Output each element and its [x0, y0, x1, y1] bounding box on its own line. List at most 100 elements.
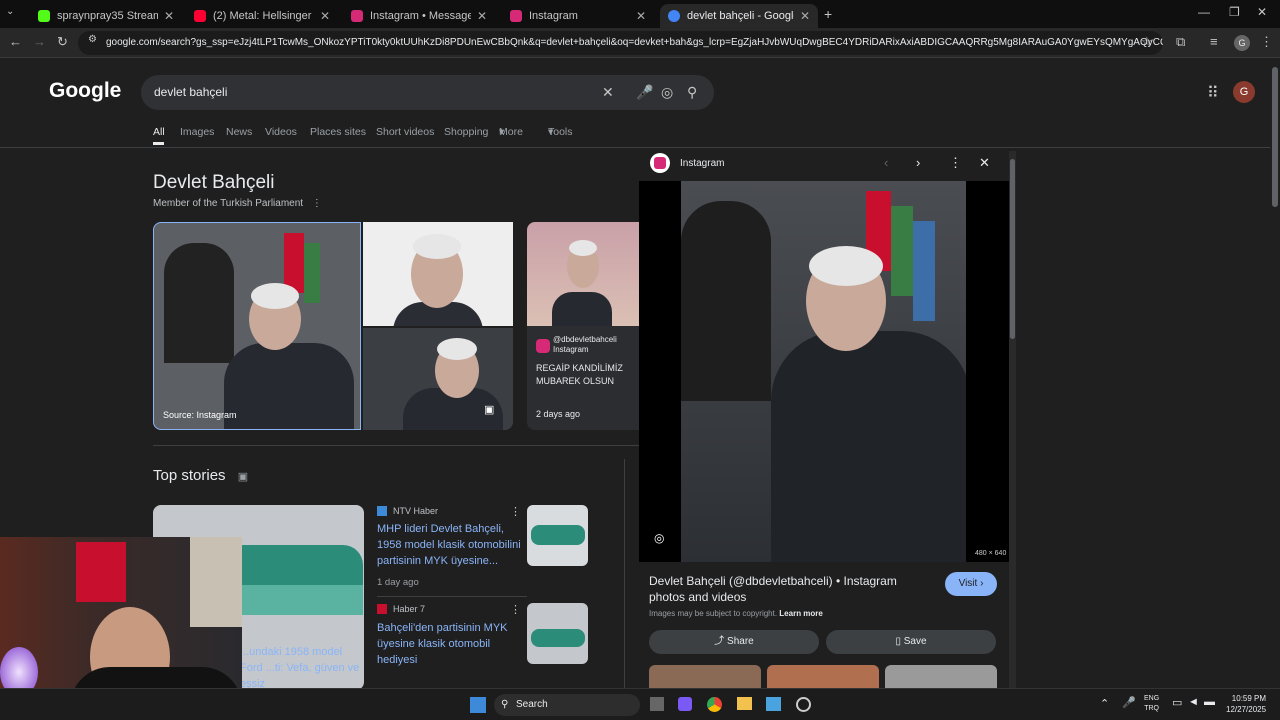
visit-button[interactable]: Visit › — [945, 572, 997, 596]
bookmark-star-icon[interactable]: ☆ — [1141, 34, 1153, 50]
tab-images[interactable]: Images — [180, 126, 214, 138]
menu-icon[interactable]: ⋮ — [1260, 34, 1273, 50]
page-scrollbar[interactable] — [1270, 59, 1280, 688]
account-avatar[interactable]: G — [1233, 81, 1255, 103]
restore-icon[interactable]: ❐ — [1229, 5, 1240, 19]
divider — [153, 445, 639, 446]
next-icon[interactable]: › — [916, 155, 920, 170]
app-icon[interactable] — [796, 697, 811, 712]
back-icon[interactable]: ← — [9, 34, 22, 49]
gallery-icon[interactable]: ▣ — [484, 403, 494, 416]
panel-site-name[interactable]: Instagram — [680, 158, 724, 169]
forward-icon[interactable]: → — [33, 34, 46, 49]
haber7-logo-icon — [377, 604, 387, 614]
new-tab-icon[interactable]: + — [824, 6, 832, 22]
panel-caption[interactable]: Devlet Bahçeli (@dbdevletbahceli) • Inst… — [649, 573, 919, 605]
related-image[interactable] — [767, 665, 879, 688]
minimize-icon[interactable]: — — [1198, 5, 1210, 19]
more-options-icon[interactable]: ⋮ — [510, 505, 521, 518]
close-tab-icon[interactable]: ✕ — [800, 9, 810, 23]
battery-icon[interactable]: ▬ — [1204, 696, 1215, 708]
tab-instagram[interactable]: Instagram ✕ — [502, 4, 654, 28]
more-options-icon[interactable]: ⋮ — [949, 155, 962, 171]
story-thumb-2[interactable] — [527, 603, 588, 664]
instagram-post-card[interactable]: @dbdevletbahceli Instagram REGAİP KANDİL… — [527, 222, 639, 430]
close-tab-icon[interactable]: ✕ — [477, 9, 487, 23]
language-indicator[interactable]: ENG TRQ — [1144, 694, 1159, 714]
extensions-icon[interactable]: ⧉ — [1176, 34, 1185, 50]
site-info-icon[interactable]: ⚙ — [88, 34, 97, 45]
portrait-photo[interactable] — [363, 222, 513, 326]
more-options-icon[interactable]: ⋮ — [354, 626, 365, 639]
voice-search-icon[interactable]: 🎤 — [636, 84, 653, 101]
lens-icon[interactable]: ◎ — [654, 531, 664, 545]
image-preview-panel: Instagram ‹ › ⋮ ✕ ◎ 480 × 640 Devlet Bah… — [639, 148, 1009, 688]
panel-scrollbar[interactable] — [1009, 151, 1016, 688]
prev-icon[interactable]: ‹ — [884, 155, 888, 170]
instagram-icon — [510, 10, 522, 22]
tab-youtube[interactable]: (2) Metal: Hellsinger — Acheron✕ — [186, 4, 338, 28]
tab-tools[interactable]: Tools ▾ — [548, 126, 573, 138]
search-input[interactable]: devlet bahçeli — [141, 75, 714, 110]
tab-short-videos[interactable]: Short videos — [376, 126, 434, 138]
volume-icon[interactable]: ◄ — [1188, 696, 1199, 708]
reload-icon[interactable]: ↻ — [57, 34, 68, 50]
taskbar-search[interactable]: ⚲ Search — [494, 694, 640, 716]
story-title-1[interactable]: MHP lideri Devlet Bahçeli, 1958 model kl… — [377, 521, 522, 569]
clear-search-icon[interactable]: ✕ — [602, 84, 614, 101]
chrome-icon[interactable] — [707, 697, 722, 712]
network-icon[interactable]: ▭ — [1172, 696, 1182, 709]
entity-title: Devlet Bahçeli — [153, 172, 275, 193]
tab-search-icon[interactable]: ⌄ — [6, 6, 14, 17]
mic-icon[interactable]: 🎤 — [1122, 696, 1136, 709]
close-tab-icon[interactable]: ✕ — [320, 9, 330, 23]
tab-shopping[interactable]: Shopping — [444, 126, 488, 138]
story-thumb-1[interactable] — [527, 505, 588, 566]
ntv-logo-icon — [377, 506, 387, 516]
more-options-icon[interactable]: ⋮ — [510, 603, 521, 616]
close-tab-icon[interactable]: ✕ — [636, 9, 646, 23]
related-image[interactable] — [649, 665, 761, 688]
google-logo[interactable]: Google — [49, 79, 121, 103]
more-options-icon[interactable]: ⋮ — [312, 198, 322, 209]
search-icon: ⚲ — [501, 699, 509, 710]
tab-news[interactable]: News — [226, 126, 252, 138]
tab-more[interactable]: More ▾ — [499, 126, 523, 138]
lens-icon[interactable]: ◎ — [661, 84, 673, 101]
close-tab-icon[interactable]: ✕ — [164, 9, 174, 23]
image-source-label: Source: Instagram — [163, 410, 237, 420]
start-icon[interactable] — [470, 697, 486, 713]
task-view-icon[interactable] — [650, 697, 664, 711]
tab-videos[interactable]: Videos — [265, 126, 297, 138]
taskbar: ⚲ Search ⌃ 🎤 ENG TRQ ▭ ◄ ▬ 10:59 PM 12/27/2… — [0, 688, 1280, 720]
apps-grid-icon[interactable]: ⠿ — [1207, 83, 1219, 103]
close-icon[interactable]: ✕ — [979, 155, 990, 171]
main-photo[interactable]: Source: Instagram — [153, 222, 361, 430]
learn-more-link[interactable]: Learn more — [779, 609, 823, 618]
tab-google-search[interactable]: devlet bahçeli - Google Search✕ — [660, 4, 818, 28]
story-title-2[interactable]: Bahçeli'den partisinin MYK üyesine klasi… — [377, 620, 522, 668]
entity-subtitle: Member of the Turkish Parliament ⋮ — [153, 198, 322, 209]
tray-chevron-icon[interactable]: ⌃ — [1100, 697, 1109, 710]
url-field[interactable]: google.com/search?gs_ssp=eJzj4tLP1TcwMs_… — [78, 31, 1163, 55]
tab-kick[interactable]: spraynpray35 Stream - Watch L✕ — [30, 4, 182, 28]
clock[interactable]: 10:59 PM 12/27/2025 — [1226, 693, 1266, 715]
top-story-title[interactable]: ...undaki 1958 model Ford ...ti: Vefa, g… — [240, 644, 364, 692]
speech-photo[interactable]: ▣ — [363, 328, 513, 430]
tab-places[interactable]: Places sites — [310, 126, 366, 138]
related-image[interactable] — [885, 665, 997, 688]
file-explorer-icon[interactable] — [737, 697, 752, 710]
tab-instagram-messages[interactable]: Instagram • Messages ✕ — [343, 4, 495, 28]
save-button[interactable]: ▯ Save — [826, 630, 996, 654]
share-button[interactable]: ⤴ Share — [649, 630, 819, 654]
tab-all[interactable]: All — [153, 126, 165, 138]
copilot-icon[interactable] — [678, 697, 692, 711]
kick-icon — [38, 10, 50, 22]
instagram-icon — [650, 153, 670, 173]
preview-image[interactable]: ◎ 480 × 640 — [639, 181, 1009, 562]
profile-avatar[interactable]: G — [1234, 35, 1250, 51]
media-icon[interactable]: ≡ — [1210, 34, 1218, 49]
close-window-icon[interactable]: ✕ — [1257, 5, 1267, 19]
photos-icon[interactable] — [766, 697, 781, 711]
search-icon[interactable]: ⚲ — [687, 84, 697, 101]
